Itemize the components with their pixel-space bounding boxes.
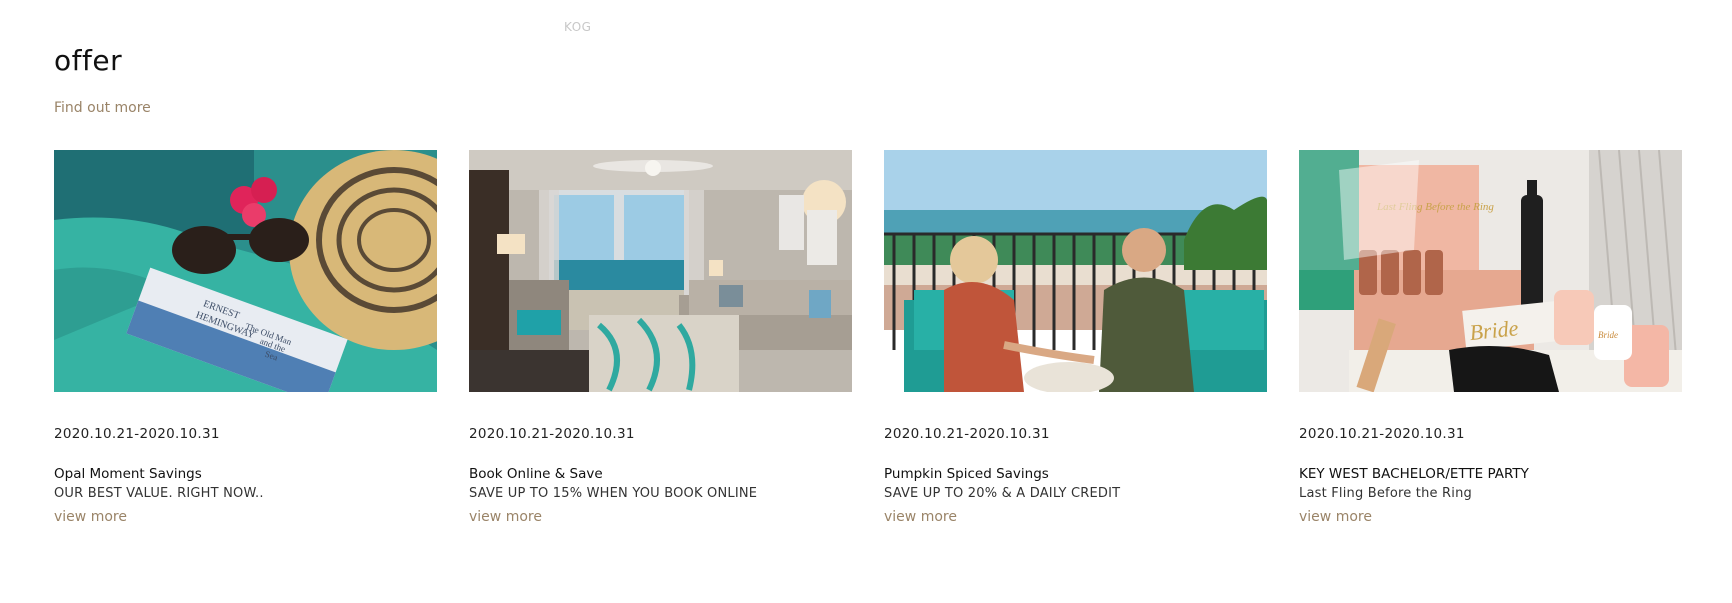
offer-image-beach-book[interactable]: ERNEST HEMINGWAY The Old Man and the Sea — [54, 150, 437, 392]
svg-text:Bride: Bride — [1468, 315, 1519, 345]
find-out-more-link[interactable]: Find out more — [54, 100, 151, 116]
view-more-link[interactable]: view more — [469, 509, 542, 525]
offer-card: ERNEST HEMINGWAY The Old Man and the Sea… — [54, 150, 437, 525]
offer-date: 2020.10.21-2020.10.31 — [54, 426, 220, 442]
offer-date: 2020.10.21-2020.10.31 — [469, 426, 635, 442]
offer-date: 2020.10.21-2020.10.31 — [1299, 426, 1465, 442]
offer-date: 2020.10.21-2020.10.31 — [884, 426, 1050, 442]
svg-text:Bride: Bride — [1598, 330, 1618, 340]
view-more-link[interactable]: view more — [1299, 509, 1372, 525]
offer-image-suite-room[interactable] — [469, 150, 852, 392]
offer-subtitle: SAVE UP TO 15% WHEN YOU BOOK ONLINE — [469, 486, 758, 501]
offer-subtitle: OUR BEST VALUE. RIGHT NOW.. — [54, 486, 264, 501]
view-more-link[interactable]: view more — [884, 509, 957, 525]
offer-card: 2020.10.21-2020.10.31 Book Online & Save… — [469, 150, 852, 525]
offer-card: 2020.10.21-2020.10.31 Pumpkin Spiced Sav… — [884, 150, 1267, 525]
offer-title: Opal Moment Savings — [54, 466, 202, 482]
view-more-link[interactable]: view more — [54, 509, 127, 525]
offer-title: Pumpkin Spiced Savings — [884, 466, 1049, 482]
offer-subtitle: Last Fling Before the Ring — [1299, 486, 1472, 501]
offer-card-list: ERNEST HEMINGWAY The Old Man and the Sea… — [54, 150, 1682, 525]
offer-image-couple-balcony[interactable] — [884, 150, 1267, 392]
offer-title: Book Online & Save — [469, 466, 603, 482]
offer-subtitle: SAVE UP TO 20% & A DAILY CREDIT — [884, 486, 1121, 501]
offer-page: KOG offer Find out more ERNEST HEMINGWAY… — [0, 0, 1732, 603]
top-label: KOG — [564, 20, 592, 34]
offer-image-party-box[interactable]: Last Fling Before the Ring Bride Bride — [1299, 150, 1682, 392]
page-title: offer — [54, 44, 123, 77]
offer-card: Last Fling Before the Ring Bride Bride 2… — [1299, 150, 1682, 525]
offer-title: KEY WEST BACHELOR/ETTE PARTY — [1299, 466, 1529, 482]
